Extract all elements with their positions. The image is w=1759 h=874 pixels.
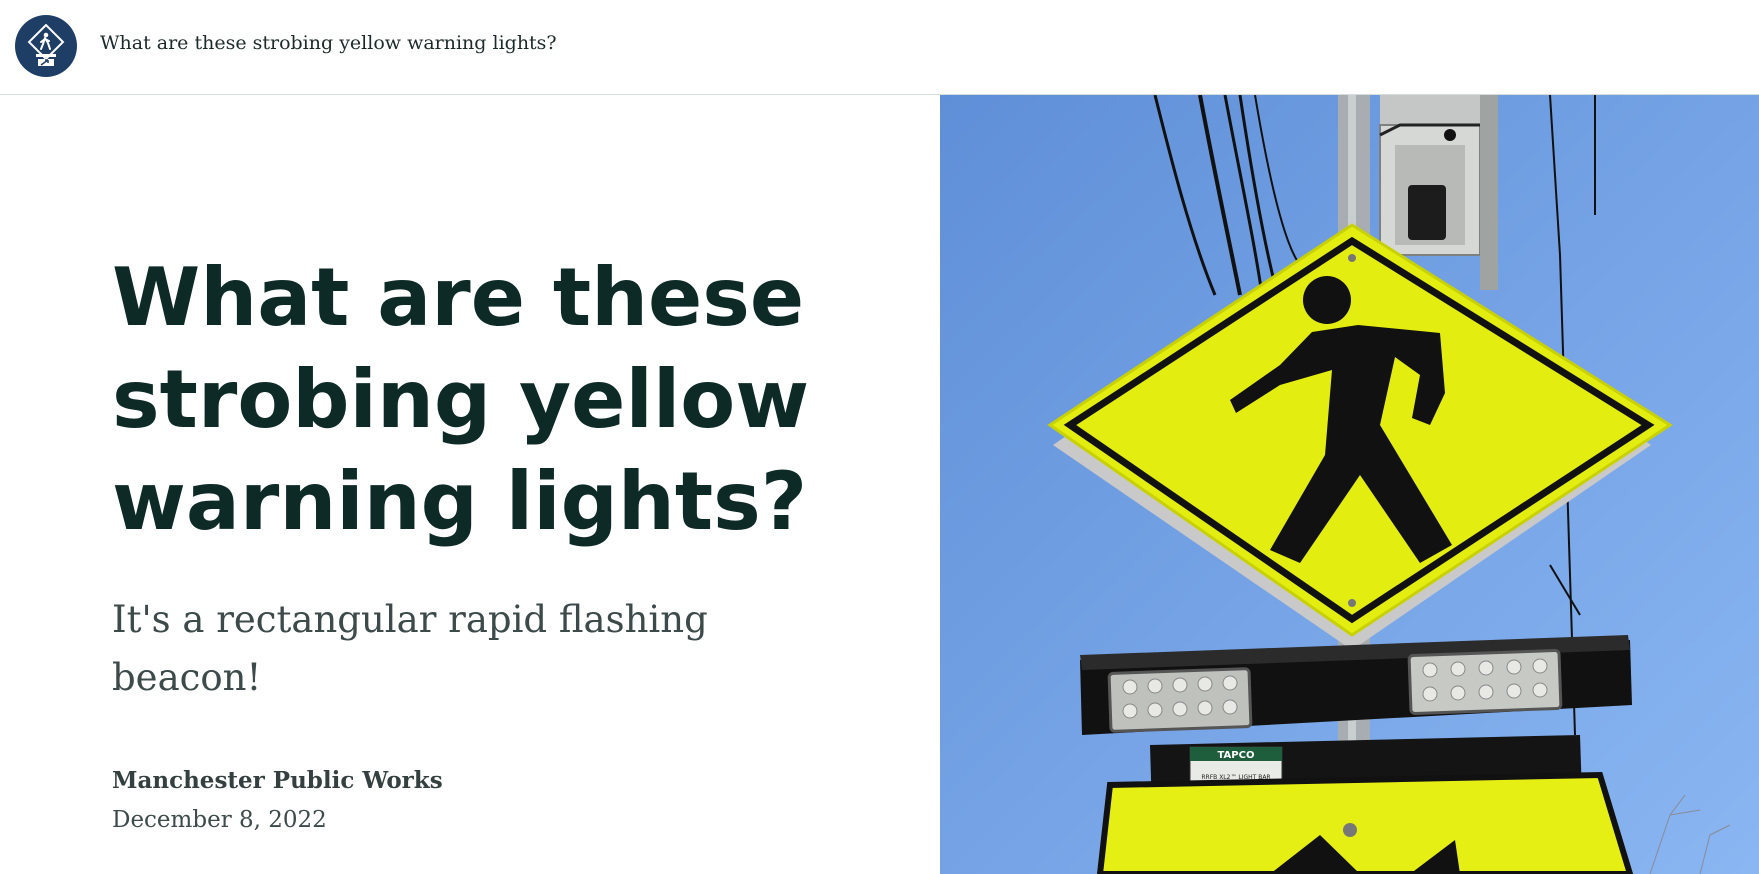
article-date: December 8, 2022 [112, 807, 327, 833]
header-article-title[interactable]: What are these strobing yellow warning l… [100, 32, 557, 54]
article-intro: What are these strobing yellow warning l… [0, 95, 940, 874]
hero-image: TAPCO RRFB XL2™ LIGHT BAR [940, 95, 1759, 874]
site-logo[interactable] [15, 15, 77, 77]
pedestrian-crossing-logo-icon [27, 24, 65, 66]
beacon-brand-label: TAPCO [1218, 750, 1255, 761]
lower-crossing-sign [1096, 771, 1634, 874]
article-headline: What are these strobing yellow warning l… [112, 251, 810, 548]
article-subheadline: It's a rectangular rapid flashing beacon… [112, 598, 708, 699]
site-header: What are these strobing yellow warning l… [0, 0, 1759, 95]
article-author: Manchester Public Works [112, 767, 443, 794]
